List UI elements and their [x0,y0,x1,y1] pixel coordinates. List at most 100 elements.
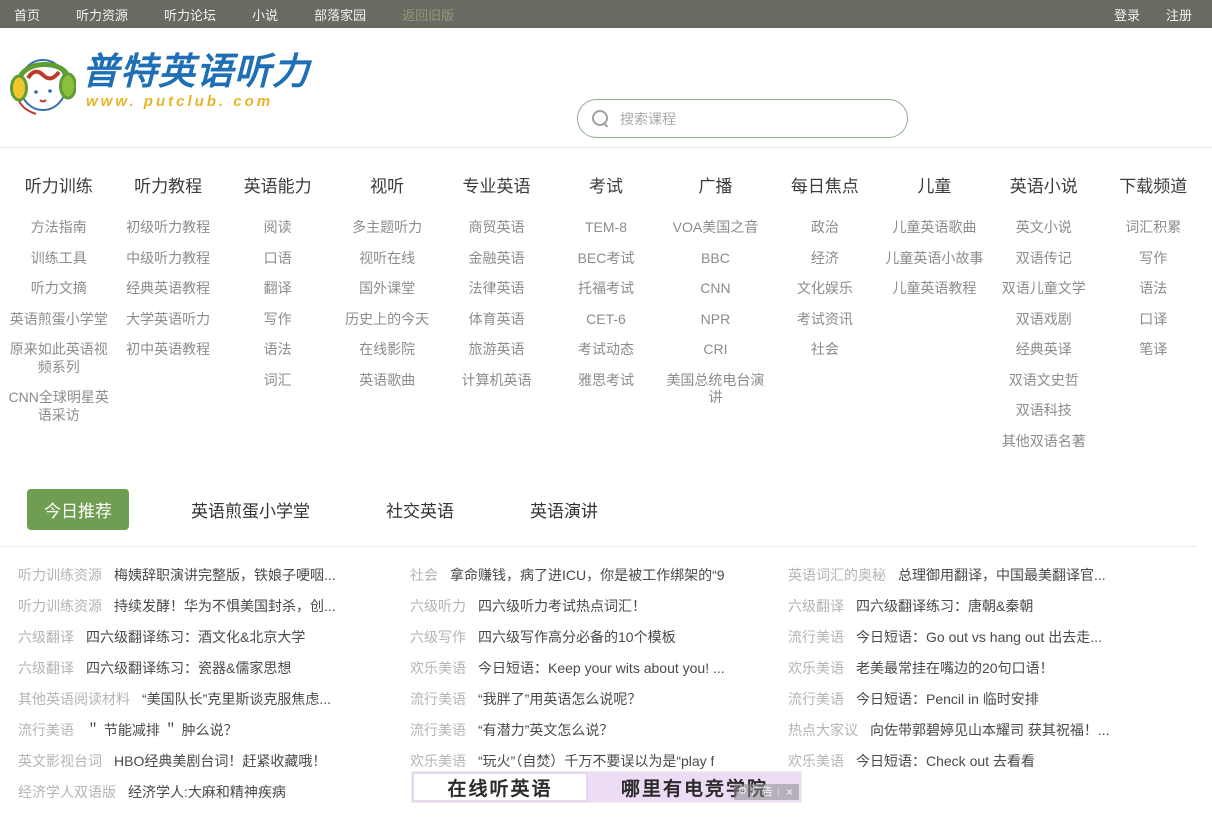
topbar-link[interactable]: 首页 [14,5,40,24]
article-row[interactable]: 经济学人双语版经济学人:大麻和精神疾病 [18,776,410,807]
menu-item-link[interactable]: 双语传记 [993,250,1094,268]
menu-item-link[interactable]: 经济 [774,250,875,268]
menu-item-link[interactable]: 法律英语 [446,280,547,298]
article-title-link[interactable]: 持续发酵！华为不惧美国封杀，创... [114,596,336,616]
menu-item-link[interactable]: 美国总统电台演讲 [665,372,766,407]
menu-item-link[interactable]: 考试动态 [555,341,656,359]
menu-column-title[interactable]: 英语能力 [227,172,328,197]
menu-column-title[interactable]: 专业英语 [446,172,547,197]
menu-item-link[interactable]: 考试资讯 [774,311,875,329]
menu-column-title[interactable]: 听力训练 [8,172,109,197]
article-title-link[interactable]: HBO经典美剧台词！赶紧收藏哦！ [114,751,326,771]
topbar-link[interactable]: 小说 [252,5,278,24]
article-row[interactable]: 流行美语“我胖了”用英语怎么说呢？ [410,683,788,714]
article-title-link[interactable]: 向佐带郭碧婷见山本耀司 获其祝福！... [870,720,1110,740]
ad-link-left[interactable]: 在线听英语 [412,772,588,802]
article-title-link[interactable]: 四六级翻译练习：酒文化&北京大学 [86,627,305,647]
menu-item-link[interactable]: 翻译 [227,280,328,298]
topbar-link[interactable]: 听力资源 [76,5,128,24]
menu-item-link[interactable]: BBC [665,250,766,268]
menu-item-link[interactable]: 金融英语 [446,250,547,268]
menu-item-link[interactable]: 其他双语名著 [993,433,1094,451]
article-title-link[interactable]: “我胖了”用英语怎么说呢？ [478,689,641,709]
article-title-link[interactable]: 总理御用翻译，中国最美翻译官... [898,565,1106,585]
article-row[interactable]: 欢乐美语今日短语：Check out 去看看 [788,745,1192,776]
menu-item-link[interactable]: 初中英语教程 [117,341,218,359]
menu-column-title[interactable]: 每日焦点 [774,172,875,197]
tab-today-recommend-active[interactable]: 今日推荐 [27,489,129,530]
menu-item-link[interactable]: 训练工具 [8,250,109,268]
search-input[interactable] [620,111,893,127]
menu-item-link[interactable]: 商贸英语 [446,219,547,237]
article-title-link[interactable]: 四六级翻译练习：唐朝&秦朝 [856,596,1033,616]
topbar-link[interactable]: 返回旧版 [402,5,454,24]
menu-item-link[interactable]: 英文小说 [993,219,1094,237]
site-logo[interactable]: 普特英语听力 www. putclub. com [6,40,310,123]
menu-item-link[interactable]: 在线影院 [336,341,437,359]
article-title-link[interactable]: “美国队长”克里斯谈克服焦虑... [142,689,331,709]
menu-item-link[interactable]: 视听在线 [336,250,437,268]
ad-banner[interactable]: 在线听英语 哪里有电竞学院 ⚙ 广告 | × [412,772,801,802]
menu-column-title[interactable]: 听力教程 [117,172,218,197]
menu-item-link[interactable]: 政治 [774,219,875,237]
menu-item-link[interactable]: 原来如此英语视频系列 [8,341,109,376]
menu-item-link[interactable]: 语法 [227,341,328,359]
menu-item-link[interactable]: 阅读 [227,219,328,237]
article-title-link[interactable]: 今日短语：Keep your wits about you! ... [478,658,725,678]
menu-item-link[interactable]: CNN全球明星英语采访 [8,389,109,424]
menu-item-link[interactable]: 词汇积累 [1103,219,1204,237]
article-title-link[interactable]: “玩火”（自焚）千万不要误以为是“play f [478,751,714,771]
menu-item-link[interactable]: 社会 [774,341,875,359]
article-title-link[interactable]: 今日短语：Go out vs hang out 出去走... [856,627,1102,647]
article-row[interactable]: 听力训练资源梅姨辞职演讲完整版，铁娘子哽咽... [18,559,410,590]
article-title-link[interactable]: 梅姨辞职演讲完整版，铁娘子哽咽... [114,565,336,585]
topbar-auth-link[interactable]: 登录 [1114,5,1140,24]
menu-item-link[interactable]: 儿童英语歌曲 [884,219,985,237]
menu-item-link[interactable]: 笔译 [1103,341,1204,359]
article-row[interactable]: 六级翻译四六级翻译练习：酒文化&北京大学 [18,621,410,652]
article-title-link[interactable]: 四六级听力考试热点词汇！ [478,596,646,616]
article-row[interactable]: 英文影视台词HBO经典美剧台词！赶紧收藏哦！ [18,745,410,776]
article-row[interactable]: 流行美语今日短语：Pencil in 临时安排 [788,683,1192,714]
menu-item-link[interactable]: 文化娱乐 [774,280,875,298]
tab-item[interactable]: 社交英语 [372,489,468,530]
menu-item-link[interactable]: 经典英译 [993,341,1094,359]
menu-column-title[interactable]: 考试 [555,172,656,197]
menu-item-link[interactable]: 雅思考试 [555,372,656,390]
menu-column-title[interactable]: 英语小说 [993,172,1094,197]
menu-column-title[interactable]: 下载频道 [1103,172,1204,197]
menu-item-link[interactable]: 英语煎蛋小学堂 [8,311,109,329]
menu-item-link[interactable]: 口语 [227,250,328,268]
menu-item-link[interactable]: 双语儿童文学 [993,280,1094,298]
ad-close-icon[interactable]: × [784,784,795,800]
article-title-link[interactable]: 四六级写作高分必备的10个模板 [478,627,676,647]
tab-item[interactable]: 英语煎蛋小学堂 [177,489,324,530]
topbar-auth-link[interactable]: 注册 [1166,5,1192,24]
menu-item-link[interactable]: 双语文史哲 [993,372,1094,390]
menu-item-link[interactable]: 儿童英语小故事 [884,250,985,268]
article-row[interactable]: 六级听力四六级听力考试热点词汇！ [410,590,788,621]
menu-item-link[interactable]: 双语科技 [993,402,1094,420]
article-row[interactable]: 六级写作四六级写作高分必备的10个模板 [410,621,788,652]
menu-item-link[interactable]: 多主题听力 [336,219,437,237]
search-box[interactable] [577,99,908,138]
menu-item-link[interactable]: 方法指南 [8,219,109,237]
article-title-link[interactable]: 拿命赚钱，病了进ICU，你是被工作绑架的“9 [450,565,725,585]
menu-item-link[interactable]: 写作 [1103,250,1204,268]
article-row[interactable]: 欢乐美语老美最常挂在嘴边的20句口语！ [788,652,1192,683]
menu-item-link[interactable]: 词汇 [227,372,328,390]
article-title-link[interactable]: 今日短语：Pencil in 临时安排 [856,689,1039,709]
menu-item-link[interactable]: 历史上的今天 [336,311,437,329]
menu-item-link[interactable]: 初级听力教程 [117,219,218,237]
menu-item-link[interactable]: 国外课堂 [336,280,437,298]
menu-item-link[interactable]: 听力文摘 [8,280,109,298]
menu-column-title[interactable]: 视听 [336,172,437,197]
article-row[interactable]: 热点大家议向佐带郭碧婷见山本耀司 获其祝福！... [788,714,1192,745]
topbar-link[interactable]: 听力论坛 [164,5,216,24]
menu-item-link[interactable]: 语法 [1103,280,1204,298]
article-row[interactable]: 流行美语“有潜力”英文怎么说？ [410,714,788,745]
menu-item-link[interactable]: TEM-8 [555,219,656,237]
menu-item-link[interactable]: 经典英语教程 [117,280,218,298]
menu-item-link[interactable]: CNN [665,280,766,298]
menu-item-link[interactable]: 旅游英语 [446,341,547,359]
